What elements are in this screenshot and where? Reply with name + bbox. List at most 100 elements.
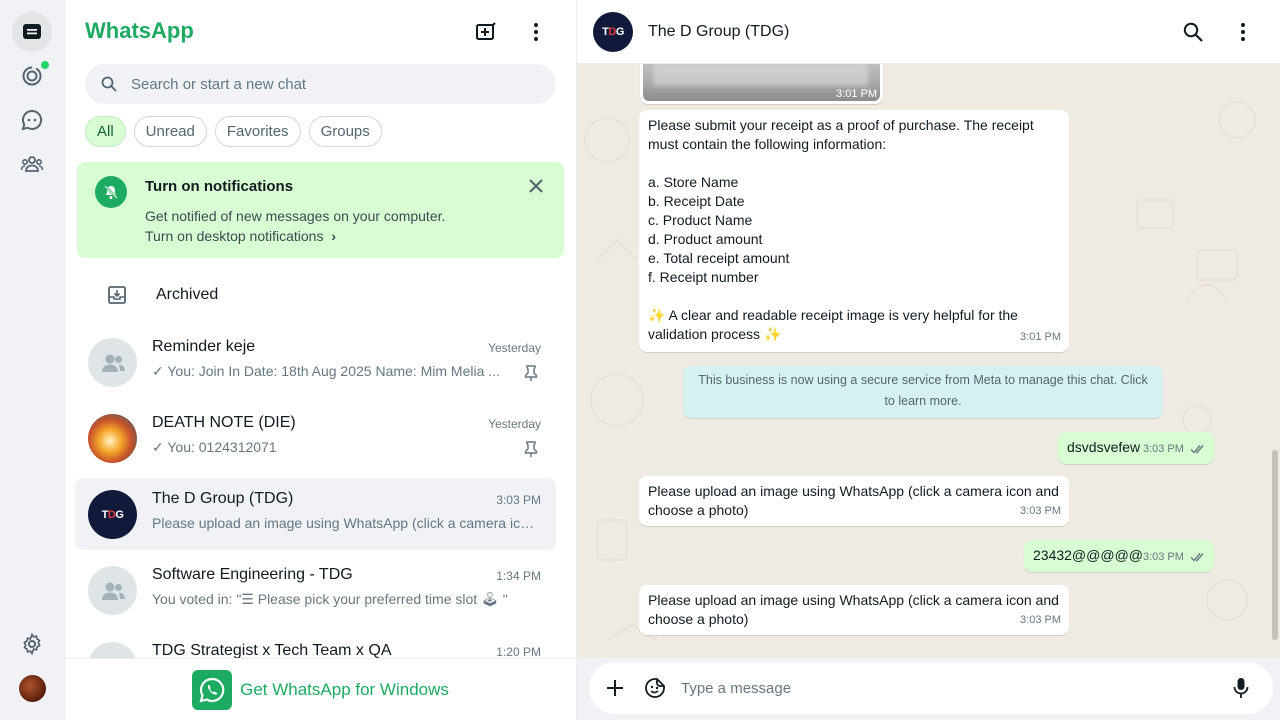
- filter-all[interactable]: All: [85, 116, 126, 147]
- channels-icon[interactable]: [12, 100, 52, 140]
- nav-rail: [0, 0, 65, 720]
- group-avatar-icon: [88, 566, 137, 615]
- whatsapp-logo-icon: [192, 669, 233, 710]
- chat-item[interactable]: DEATH NOTE (DIE) Yesterday ✓ You: 012431…: [75, 402, 556, 474]
- incoming-message[interactable]: Please submit your receipt as a proof of…: [639, 110, 1069, 352]
- notification-link[interactable]: Turn on desktop notifications ›: [145, 228, 336, 244]
- chat-preview: ✓ You: Join In Date: 18th Aug 2025 Name:…: [152, 363, 500, 379]
- notification-title: Turn on notifications: [145, 178, 294, 195]
- group-avatar-icon: [88, 338, 137, 387]
- message-time: 3:03 PM: [1020, 614, 1061, 626]
- message-line: [648, 287, 1060, 306]
- message-time: 3:03 PM: [1142, 551, 1184, 563]
- message-line: ✨ A clear and readable receipt image is …: [648, 307, 1018, 323]
- archived-row[interactable]: Archived: [65, 272, 565, 318]
- message-line: c. Product Name: [648, 212, 753, 228]
- chat-time: 1:20 PM: [496, 645, 541, 659]
- message-text: dsvdsvefew: [1067, 439, 1141, 455]
- communities-icon[interactable]: [12, 144, 52, 184]
- chat-avatar-image: [88, 414, 137, 463]
- chat-preview: Please upload an image using WhatsApp (c…: [152, 515, 537, 531]
- message-line: d. Product amount: [648, 231, 763, 247]
- search-icon[interactable]: [1178, 17, 1208, 47]
- chat-item[interactable]: Software Engineering - TDG 1:34 PM You v…: [75, 554, 556, 626]
- chat-list-panel: WhatsApp All Unread Favorites Groups Tur…: [65, 0, 577, 720]
- message-line: must contain the following information:: [648, 136, 887, 152]
- chat-time: 3:03 PM: [496, 493, 541, 507]
- settings-icon[interactable]: [12, 624, 52, 664]
- get-app-banner[interactable]: Get WhatsApp for Windows: [65, 658, 576, 720]
- message-line: b. Receipt Date: [648, 193, 745, 209]
- status-unread-dot: [41, 61, 49, 69]
- filter-chips: All Unread Favorites Groups: [85, 116, 382, 147]
- message-time: 3:01 PM: [836, 88, 877, 100]
- microphone-icon[interactable]: [1229, 676, 1253, 700]
- chat-preview: ✓ You: 0124312071: [152, 439, 277, 455]
- chat-name: DEATH NOTE (DIE): [152, 414, 296, 431]
- incoming-message[interactable]: Please upload an image using WhatsApp (c…: [639, 476, 1069, 526]
- message-line: e. Total receipt amount: [648, 250, 790, 266]
- message-line: choose a photo): [648, 611, 749, 627]
- chat-time: Yesterday: [488, 417, 541, 431]
- conversation-header[interactable]: TDG The D Group (TDG): [577, 0, 1280, 64]
- message-text: 23432@@@@@: [1033, 547, 1143, 563]
- double-check-icon: [1190, 445, 1204, 454]
- profile-avatar[interactable]: [19, 675, 46, 702]
- notification-text: Get notified of new messages on your com…: [145, 208, 446, 224]
- new-chat-icon[interactable]: [471, 17, 501, 47]
- composer-bar: [577, 658, 1280, 720]
- chevron-right-icon: ›: [331, 228, 337, 244]
- message-line: [648, 154, 1060, 173]
- message-line: choose a photo): [648, 502, 749, 518]
- menu-icon[interactable]: [1228, 17, 1258, 47]
- notification-link-label: Turn on desktop notifications: [145, 228, 324, 244]
- conversation-scrollbar[interactable]: [1272, 450, 1278, 640]
- archived-label: Archived: [156, 286, 219, 303]
- outgoing-message[interactable]: dsvdsvefew 3:03 PM: [1058, 432, 1214, 464]
- filter-unread[interactable]: Unread: [133, 116, 207, 147]
- notification-banner: Turn on notifications Get notified of ne…: [77, 162, 564, 258]
- message-line: Please upload an image using WhatsApp (c…: [648, 592, 1059, 608]
- chat-item[interactable]: Reminder keje Yesterday ✓ You: Join In D…: [75, 326, 556, 398]
- tdg-logo-avatar[interactable]: TDG: [593, 12, 633, 52]
- chat-time: 1:34 PM: [496, 569, 541, 583]
- filter-groups[interactable]: Groups: [308, 116, 382, 147]
- message-input[interactable]: [681, 676, 1201, 700]
- pin-icon: [524, 441, 538, 457]
- conversation-panel: TDG The D Group (TDG) 3:01 PM Please sub…: [577, 0, 1280, 720]
- search-icon: [101, 76, 117, 92]
- composer-box: [589, 662, 1273, 714]
- menu-icon[interactable]: [521, 17, 551, 47]
- attach-plus-icon[interactable]: [603, 676, 627, 700]
- filter-favorites[interactable]: Favorites: [214, 116, 301, 147]
- outgoing-message[interactable]: 23432@@@@@ 3:03 PM: [1024, 540, 1214, 572]
- chat-item-selected[interactable]: TDG The D Group (TDG) 3:03 PM Please upl…: [75, 478, 556, 550]
- app-brand: WhatsApp: [85, 18, 194, 43]
- message-time-block: 3:03 PM: [1143, 440, 1206, 459]
- double-check-icon: [1190, 553, 1204, 562]
- sticker-icon[interactable]: [643, 676, 667, 700]
- pin-icon: [524, 365, 538, 381]
- incoming-message[interactable]: Please upload an image using WhatsApp (c…: [639, 585, 1069, 635]
- message-line: validation process ✨: [648, 326, 782, 342]
- message-time: 3:03 PM: [1020, 505, 1061, 517]
- chats-icon[interactable]: [12, 12, 52, 52]
- message-time: 3:01 PM: [1020, 331, 1061, 343]
- message-line: f. Receipt number: [648, 269, 759, 285]
- message-line: a. Store Name: [648, 174, 739, 190]
- message-line: Please upload an image using WhatsApp (c…: [648, 483, 1059, 499]
- get-app-label: Get WhatsApp for Windows: [240, 679, 449, 699]
- conversation-title: The D Group (TDG): [648, 23, 790, 40]
- close-icon[interactable]: [526, 176, 546, 196]
- archive-icon: [108, 286, 126, 304]
- search-input[interactable]: [131, 75, 531, 93]
- status-icon[interactable]: [12, 56, 52, 96]
- system-notice[interactable]: This business is now using a secure serv…: [683, 366, 1163, 418]
- chat-name: Software Engineering - TDG: [152, 566, 353, 583]
- message-time-block: 3:03 PM: [1143, 548, 1206, 567]
- message-time: 3:03 PM: [1142, 443, 1184, 455]
- message-line: Please submit your receipt as a proof of…: [648, 117, 1034, 133]
- chat-preview: You voted in: "☰ Please pick your prefer…: [152, 591, 508, 607]
- tdg-logo-avatar: TDG: [88, 490, 137, 539]
- chat-name: Reminder keje: [152, 338, 256, 355]
